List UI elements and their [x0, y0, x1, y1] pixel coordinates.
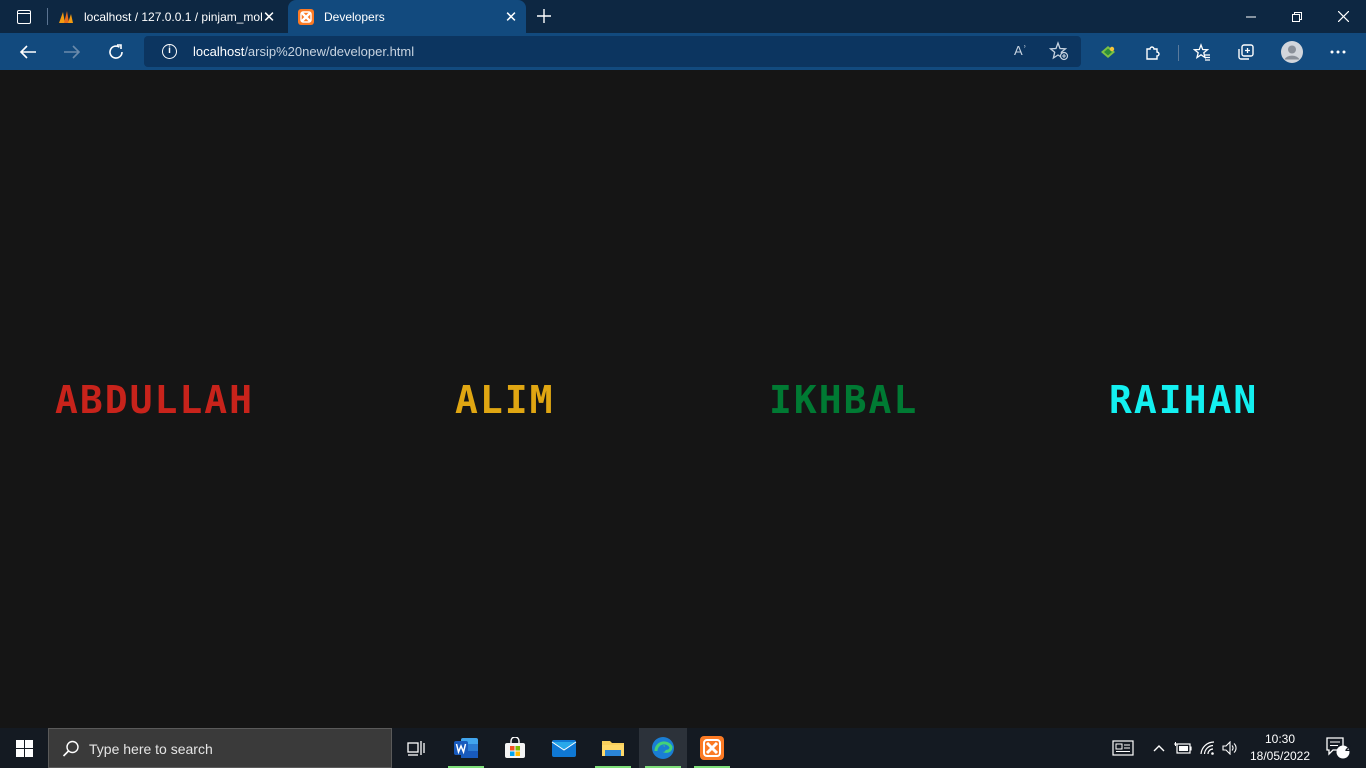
forward-arrow-icon: [64, 45, 81, 59]
start-button[interactable]: [0, 728, 48, 768]
word-icon: [454, 738, 478, 758]
tab-developers[interactable]: Developers ✕: [288, 0, 526, 33]
battery-button[interactable]: [1172, 728, 1194, 768]
action-center-button[interactable]: 2: [1320, 728, 1356, 768]
news-widget-button[interactable]: [1108, 728, 1138, 768]
task-view-icon: [407, 741, 425, 756]
tab-title: Developers: [324, 9, 385, 24]
xampp-icon: [298, 8, 314, 25]
mail-icon: [551, 740, 577, 757]
speaker-icon: [1222, 741, 1237, 755]
windows-taskbar: Type here to search 10:30 18/05/2022 2: [0, 728, 1366, 768]
phpmyadmin-icon: [59, 10, 73, 23]
search-placeholder: Type here to search: [89, 741, 213, 757]
search-icon: [62, 740, 79, 757]
read-aloud-icon[interactable]: Aʾ: [1014, 43, 1027, 58]
browser-title-bar: localhost / 127.0.0.1 / pinjam_mobil ✕ D…: [0, 0, 1366, 33]
developer-name: ABDULLAH: [55, 378, 255, 422]
close-icon: [1337, 11, 1349, 22]
folder-icon: [602, 741, 624, 756]
restore-button[interactable]: [1274, 0, 1320, 33]
back-arrow-icon: [19, 45, 36, 59]
close-window-button[interactable]: [1320, 0, 1366, 33]
colorful-extension-icon: [1101, 46, 1115, 58]
page-content: ABDULLAH ALIM IKHBAL RAIHAN: [0, 70, 1366, 728]
clock-date: 18/05/2022: [1249, 749, 1311, 763]
mail-app-button[interactable]: [540, 728, 588, 768]
forward-button[interactable]: [56, 36, 88, 68]
file-explorer-button[interactable]: [589, 728, 637, 768]
xampp-icon: [700, 736, 724, 760]
wifi-icon: [1200, 741, 1215, 755]
more-options-icon: [1330, 50, 1346, 54]
refresh-icon: [109, 44, 123, 59]
minimize-icon: [1246, 16, 1256, 17]
close-tab-icon[interactable]: ✕: [504, 9, 518, 26]
extensions-button[interactable]: [1137, 36, 1169, 68]
url-host: localhost: [193, 44, 245, 59]
windows-logo-icon: [15, 739, 33, 757]
chevron-up-icon: [1153, 745, 1165, 752]
url-path: /arsip%20new/developer.html: [244, 44, 415, 59]
tab-actions-icon: [17, 9, 31, 24]
edge-app-button[interactable]: [639, 728, 687, 768]
clock[interactable]: 10:30 18/05/2022: [1240, 731, 1320, 765]
tab-divider: [47, 8, 48, 25]
microsoft-store-icon: [505, 737, 525, 758]
developer-name: RAIHAN: [1109, 378, 1259, 422]
clock-time: 10:30: [1264, 732, 1296, 746]
close-tab-icon[interactable]: ✕: [262, 9, 276, 26]
news-icon: [1112, 740, 1134, 756]
address-bar[interactable]: i localhost/arsip%20new/developer.html A…: [144, 36, 1081, 67]
volume-button[interactable]: [1219, 728, 1241, 768]
battery-charging-icon: [1174, 742, 1192, 754]
store-app-button[interactable]: [491, 728, 539, 768]
favorites-icon: [1193, 43, 1210, 61]
show-hidden-icons-button[interactable]: [1148, 728, 1170, 768]
notification-count-badge: 2: [1344, 742, 1352, 754]
network-button[interactable]: [1197, 728, 1219, 768]
plus-icon: [537, 9, 551, 23]
extension-button[interactable]: [1092, 36, 1124, 68]
address-url[interactable]: localhost/arsip%20new/developer.html: [193, 44, 414, 59]
site-info-icon[interactable]: i: [162, 44, 177, 59]
taskbar-search-box[interactable]: Type here to search: [48, 728, 392, 768]
favorites-button[interactable]: [1186, 36, 1218, 68]
profile-button[interactable]: [1276, 36, 1308, 68]
toolbar-divider: [1178, 45, 1179, 61]
restore-icon: [1292, 11, 1302, 22]
developer-name: ALIM: [455, 378, 555, 422]
edge-icon: [652, 737, 674, 759]
tab-actions-button[interactable]: [6, 3, 42, 30]
tab-title: localhost / 127.0.0.1 / pinjam_mobil: [84, 9, 262, 24]
new-tab-button[interactable]: [532, 4, 556, 28]
add-favorite-icon[interactable]: [1049, 41, 1069, 61]
refresh-button[interactable]: [100, 36, 132, 68]
collections-button[interactable]: [1230, 36, 1262, 68]
minimize-button[interactable]: [1228, 0, 1274, 33]
browser-toolbar: i localhost/arsip%20new/developer.html A…: [0, 33, 1366, 70]
word-app-button[interactable]: [442, 728, 490, 768]
back-button[interactable]: [12, 36, 44, 68]
task-view-button[interactable]: [392, 728, 440, 768]
tab-phpmyadmin[interactable]: localhost / 127.0.0.1 / pinjam_mobil ✕: [50, 0, 284, 33]
collections-icon: [1238, 44, 1254, 60]
developer-name: IKHBAL: [769, 378, 919, 422]
xampp-app-button[interactable]: [688, 728, 736, 768]
avatar-icon: [1281, 41, 1303, 63]
settings-more-button[interactable]: [1322, 36, 1354, 68]
puzzle-icon: [1146, 46, 1160, 60]
